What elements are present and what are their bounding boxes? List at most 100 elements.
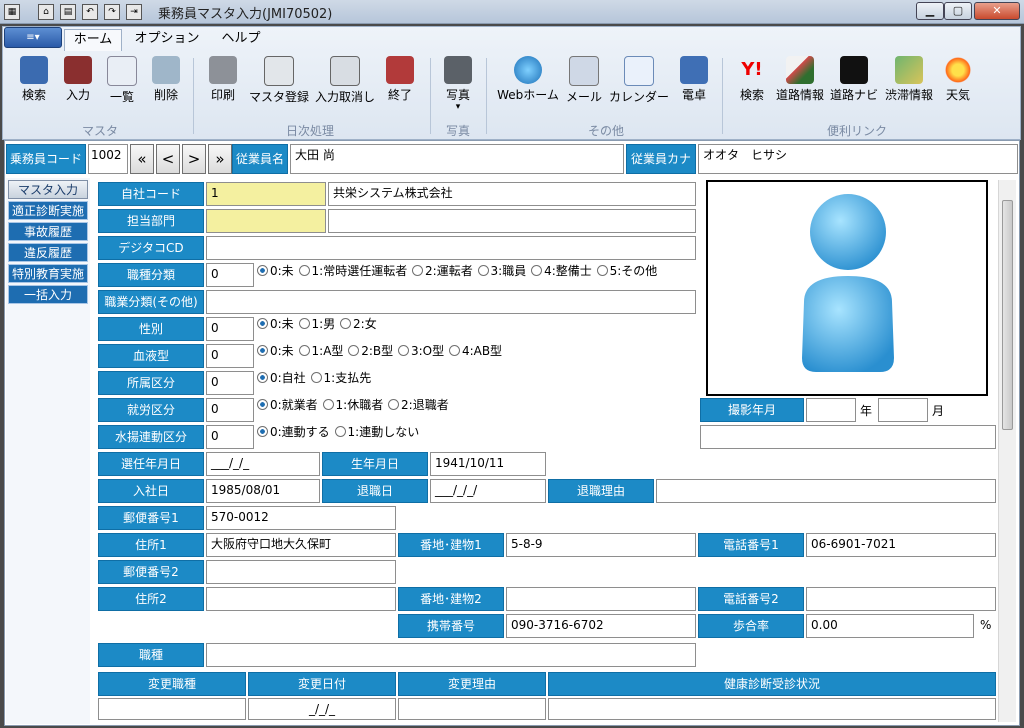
sidebar-item-master-input[interactable]: マスタ入力 (8, 180, 88, 199)
quick-exit-icon[interactable]: ⇥ (126, 4, 142, 20)
traffic-button[interactable]: 渋滞情報 (882, 56, 936, 108)
radio-icon[interactable] (298, 265, 310, 276)
quick-undo-icon[interactable]: ↶ (82, 4, 98, 20)
radio-icon[interactable] (448, 345, 460, 356)
table-cell[interactable] (548, 698, 996, 720)
close-button[interactable]: ✕ (974, 2, 1020, 20)
digitaco-field[interactable] (206, 236, 696, 260)
bldg2-field[interactable] (506, 587, 696, 611)
job-class-radio-group[interactable]: 0:未 1:常時選任運転者 2:運転者 3:職員 4:整備士 5:その他 (256, 263, 657, 279)
exit-button[interactable]: 終了 (380, 56, 420, 108)
radio-icon[interactable] (257, 399, 268, 410)
employee-name-field[interactable]: 大田 尚 (290, 144, 624, 174)
retire-date-field[interactable]: ___/_/_/ (430, 479, 546, 503)
road-info-button[interactable]: 道路情報 (774, 56, 826, 108)
radio-icon[interactable] (257, 265, 268, 276)
radio-icon[interactable] (340, 318, 352, 329)
department-field[interactable] (206, 209, 326, 233)
photo-frame[interactable] (706, 180, 988, 396)
calendar-button[interactable]: カレンダー (608, 56, 670, 108)
address1-field[interactable]: 大阪府守口地大久保町 (206, 533, 396, 557)
radio-icon[interactable] (412, 265, 424, 276)
radio-icon[interactable] (322, 399, 334, 410)
radio-icon[interactable] (257, 345, 268, 356)
radio-icon[interactable] (298, 318, 310, 329)
web-home-button[interactable]: Webホーム (496, 56, 560, 108)
tab-option[interactable]: オプション (130, 29, 204, 51)
photo-button[interactable]: 写真 ▾ (440, 56, 476, 112)
tel2-field[interactable] (806, 587, 996, 611)
maximize-button[interactable]: ▢ (944, 2, 972, 20)
sidebar-item-bulk-input[interactable]: 一括入力 (8, 285, 88, 304)
sidebar-item-special-education[interactable]: 特別教育実施 (8, 264, 88, 283)
radio-icon[interactable] (257, 426, 268, 437)
address2-field[interactable] (206, 587, 396, 611)
tab-help[interactable]: ヘルプ (212, 29, 270, 51)
quick-book-icon[interactable]: ▤ (60, 4, 76, 20)
retire-reason-field[interactable] (656, 479, 996, 503)
mail-button[interactable]: メール (564, 56, 604, 108)
gender-radio-group[interactable]: 0:未 1:男 2:女 (256, 316, 377, 332)
nav-next-button[interactable]: > (182, 144, 206, 174)
commission-field[interactable]: 0.00 (806, 614, 974, 638)
app-menu-button[interactable]: ≡▾ (4, 27, 62, 48)
nav-prev-button[interactable]: < (156, 144, 180, 174)
zip1-field[interactable]: 570-0012 (206, 506, 396, 530)
tel1-field[interactable]: 06-6901-7021 (806, 533, 996, 557)
web-search-button[interactable]: Y! 検索 (732, 56, 772, 108)
gender-field[interactable]: 0 (206, 317, 254, 341)
employee-kana-field[interactable]: オオタ ヒサシ (698, 144, 1018, 174)
input-button[interactable]: 入力 (58, 56, 98, 108)
radio-icon[interactable] (310, 372, 322, 383)
history-field[interactable] (206, 643, 696, 667)
radio-icon[interactable] (334, 426, 346, 437)
quick-redo-icon[interactable]: ↷ (104, 4, 120, 20)
radio-icon[interactable] (257, 372, 268, 383)
join-date-field[interactable]: 1985/08/01 (206, 479, 320, 503)
radio-icon[interactable] (348, 345, 360, 356)
search-button[interactable]: 検索 (14, 56, 54, 108)
affiliation-field[interactable]: 0 (206, 371, 254, 395)
sidebar-item-accident[interactable]: 事故履歴 (8, 222, 88, 241)
nav-first-button[interactable]: « (130, 144, 154, 174)
blood-field[interactable]: 0 (206, 344, 254, 368)
quick-home-icon[interactable]: ⌂ (38, 4, 54, 20)
photo-month-field[interactable] (878, 398, 928, 422)
radio-icon[interactable] (397, 345, 409, 356)
employment-radio-group[interactable]: 0:就業者 1:休職者 2:退職者 (256, 397, 449, 413)
sidebar-item-violation[interactable]: 違反履歴 (8, 243, 88, 262)
radio-icon[interactable] (257, 318, 268, 329)
bldg1-field[interactable]: 5-8-9 (506, 533, 696, 557)
blood-radio-group[interactable]: 0:未 1:A型 2:B型 3:O型 4:AB型 (256, 343, 502, 359)
delete-button[interactable]: 削除 (146, 56, 186, 108)
vertical-scrollbar[interactable] (998, 180, 1016, 722)
minimize-button[interactable]: ▁ (916, 2, 944, 20)
table-cell[interactable]: _/_/_ (248, 698, 396, 720)
nav-last-button[interactable]: » (208, 144, 232, 174)
job-other-field[interactable] (206, 290, 696, 314)
appoint-date-field[interactable]: ___/_/_ (206, 452, 320, 476)
employment-field[interactable]: 0 (206, 398, 254, 422)
mizuage-radio-group[interactable]: 0:連動する 1:連動しない (256, 424, 419, 440)
master-register-button[interactable]: マスタ登録 (246, 56, 312, 108)
job-class-field[interactable]: 0 (206, 263, 254, 287)
radio-icon[interactable] (477, 265, 489, 276)
mobile-field[interactable]: 090-3716-6702 (506, 614, 696, 638)
weather-button[interactable]: 天気 (938, 56, 978, 108)
employee-code-field[interactable]: 1002 (88, 144, 128, 174)
zip2-field[interactable] (206, 560, 396, 584)
scrollbar-thumb[interactable] (1002, 200, 1013, 430)
list-button[interactable]: 一覧 (102, 56, 142, 108)
radio-icon[interactable] (298, 345, 310, 356)
print-button[interactable]: 印刷 (202, 56, 244, 108)
tab-home[interactable]: ホーム (64, 29, 122, 51)
radio-icon[interactable] (531, 265, 543, 276)
photo-year-field[interactable] (806, 398, 856, 422)
affiliation-radio-group[interactable]: 0:自社 1:支払先 (256, 370, 371, 386)
mizuage-field[interactable]: 0 (206, 425, 254, 449)
input-cancel-button[interactable]: 入力取消し (314, 56, 376, 108)
table-cell[interactable] (398, 698, 546, 720)
radio-icon[interactable] (388, 399, 400, 410)
table-cell[interactable] (98, 698, 246, 720)
radio-icon[interactable] (596, 265, 608, 276)
